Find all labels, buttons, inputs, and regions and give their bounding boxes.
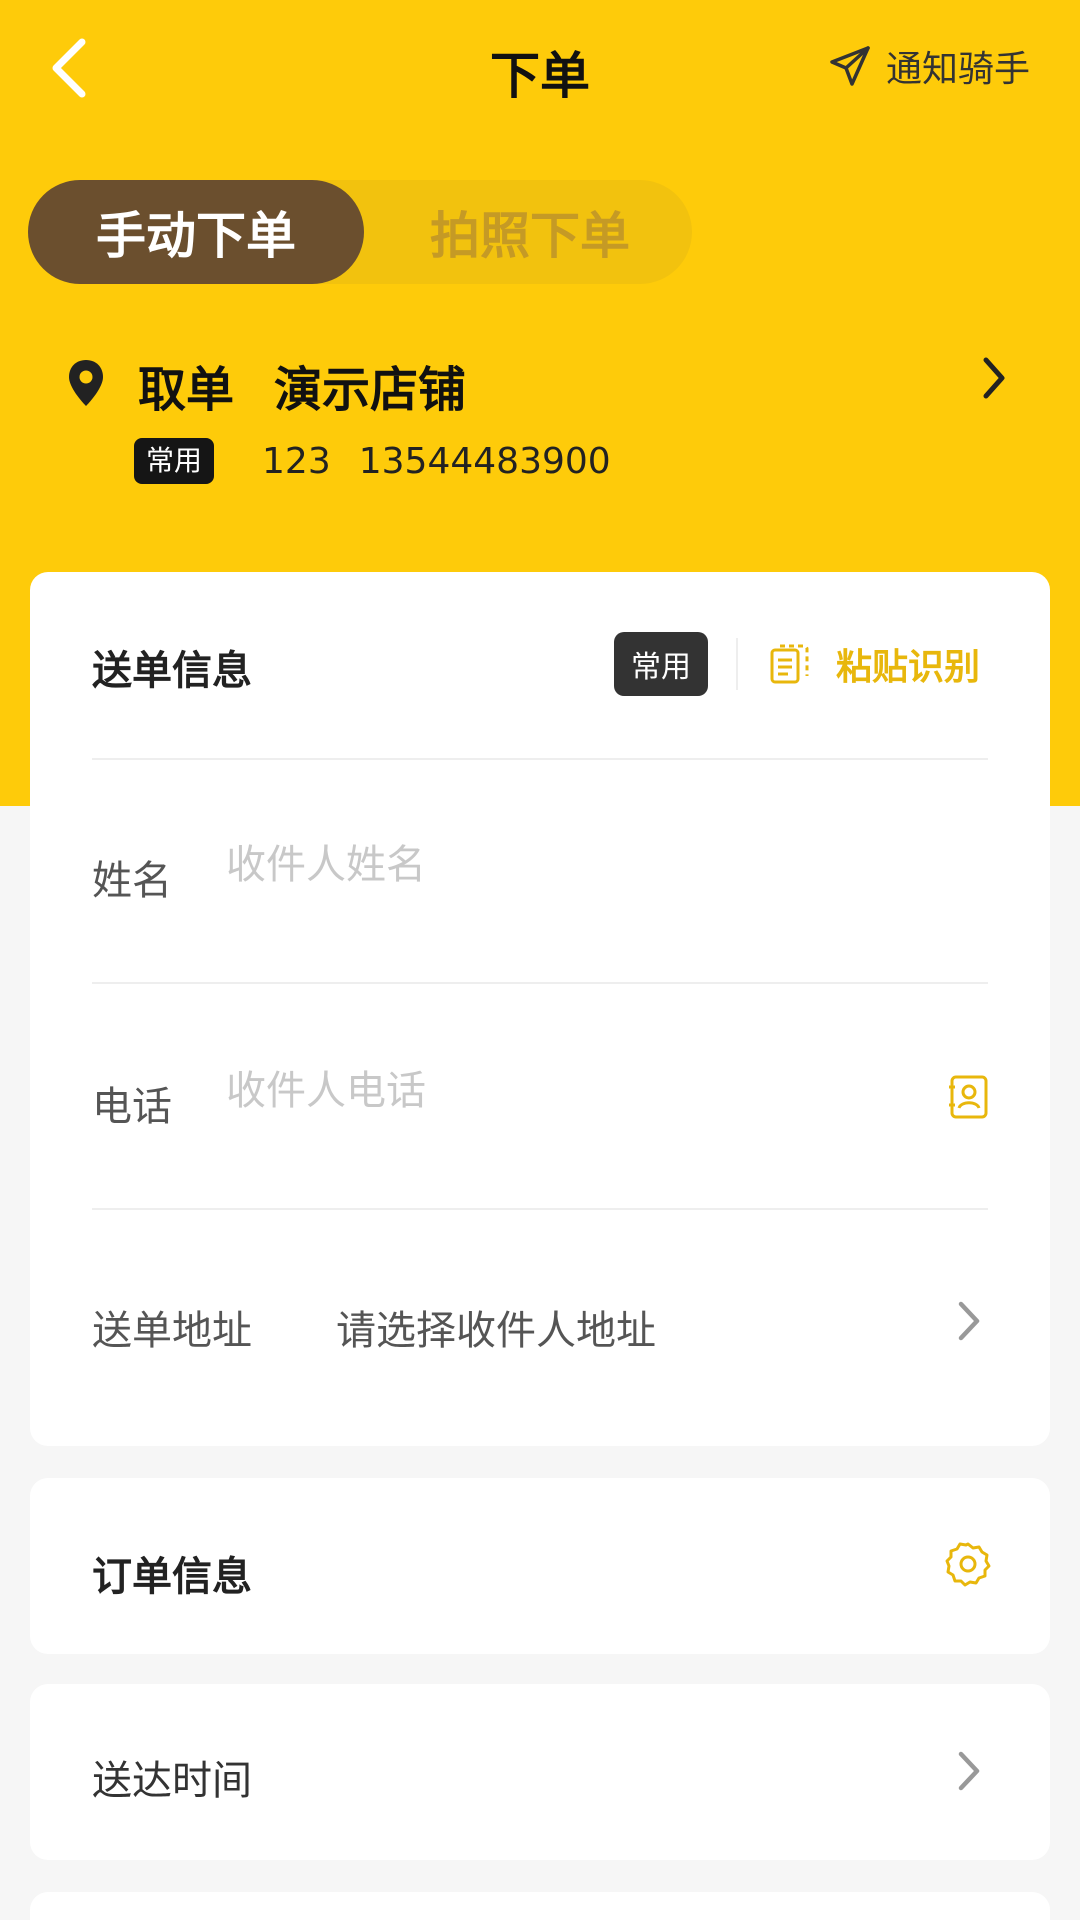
location-pin-icon <box>69 360 103 406</box>
gear-icon[interactable] <box>944 1540 992 1588</box>
chevron-right-icon <box>958 1751 980 1791</box>
divider <box>92 758 988 760</box>
divider <box>736 638 738 690</box>
address-label: 送单地址 <box>92 1308 252 1354</box>
chevron-right-icon <box>958 1301 980 1341</box>
pickup-store-name: 演示店铺 <box>274 362 467 418</box>
recipient-name-input[interactable] <box>226 842 826 888</box>
pickup-phone: 13544483900 <box>358 440 611 482</box>
notify-rider-label: 通知骑手 <box>885 49 1030 90</box>
order-page: 下单 通知骑手 手动下单 拍照下单 取单 演示店铺 常用 123 1354448… <box>0 0 1080 1920</box>
paper-plane-icon <box>830 46 870 86</box>
delivery-section-title: 送单信息 <box>92 648 252 694</box>
delivery-time-row[interactable]: 送达时间 <box>30 1684 1050 1860</box>
order-section-title: 订单信息 <box>92 1554 252 1600</box>
pickup-type-label: 取单 <box>138 362 235 418</box>
pickup-contact: 常用 123 13544483900 <box>134 438 611 484</box>
next-card <box>30 1892 1050 1920</box>
delivery-time-label: 送达时间 <box>92 1758 252 1804</box>
paste-recognize-button[interactable]: 粘贴识别 <box>768 632 980 696</box>
divider <box>92 982 988 984</box>
pickup-contact-name: 123 <box>262 440 331 482</box>
top-bar: 下单 通知骑手 <box>0 0 1080 140</box>
chevron-right-icon <box>983 357 1005 399</box>
clipboard-icon <box>770 644 809 684</box>
name-label: 姓名 <box>92 858 172 904</box>
recipient-phone-input[interactable] <box>226 1068 826 1114</box>
order-mode-tabs: 手动下单 拍照下单 <box>28 180 692 284</box>
delivery-info-card: 送单信息 常用 粘贴识别 姓名 电话 <box>30 572 1050 1446</box>
divider <box>92 1208 988 1210</box>
common-address-button[interactable]: 常用 <box>614 632 708 696</box>
notify-rider-button[interactable]: 通知骑手 <box>828 40 1030 92</box>
pickup-info[interactable]: 取单 演示店铺 常用 123 13544483900 <box>0 340 1080 500</box>
tab-photo-order[interactable]: 拍照下单 <box>368 180 692 284</box>
pickup-title: 取单 演示店铺 <box>138 350 466 420</box>
paste-recognize-label: 粘贴识别 <box>836 647 981 688</box>
phone-label: 电话 <box>92 1084 172 1130</box>
order-info-card: 订单信息 <box>30 1478 1050 1654</box>
tab-manual-order[interactable]: 手动下单 <box>28 180 364 284</box>
address-value: 请选择收件人地址 <box>336 1308 656 1354</box>
contact-book-icon[interactable] <box>948 1074 990 1120</box>
delivery-info-header: 送单信息 常用 粘贴识别 <box>30 572 1050 758</box>
pickup-common-tag: 常用 <box>134 438 215 484</box>
